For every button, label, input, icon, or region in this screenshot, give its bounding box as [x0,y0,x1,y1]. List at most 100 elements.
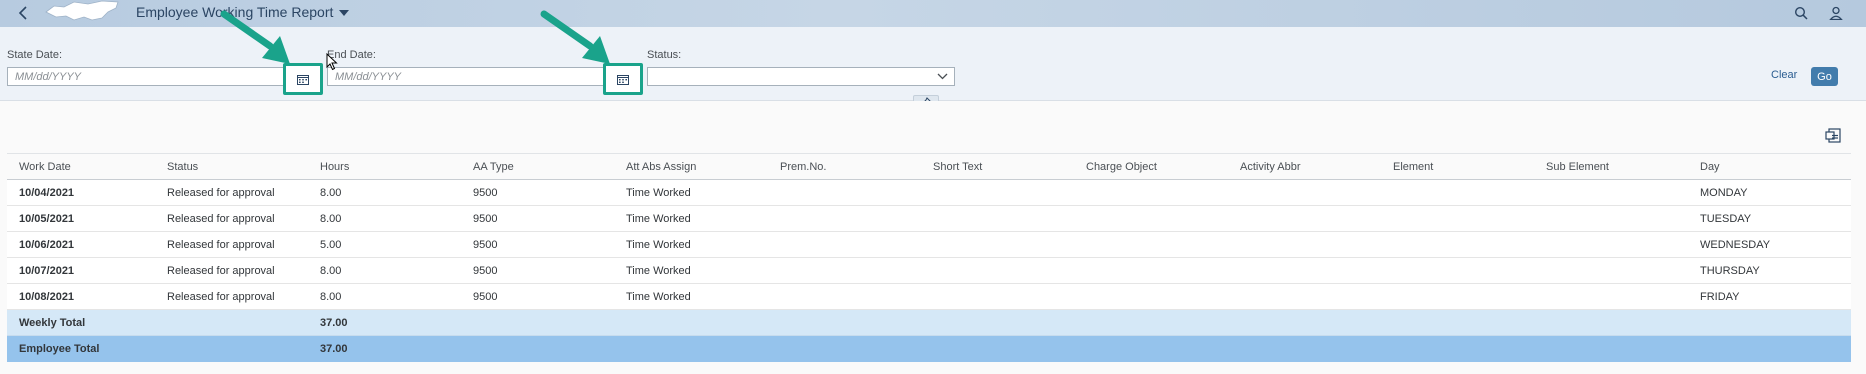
cell-work-date: 10/07/2021 [7,257,155,284]
shell-header: Employee Working Time Report [0,0,1866,27]
column-header[interactable]: Status [155,153,308,180]
empty-cell [1074,335,1228,362]
table-row[interactable]: 10/05/2021 Released for approval 8.00 95… [7,205,1851,232]
cell-element [1381,179,1534,206]
cell-day: WEDNESDAY [1688,231,1851,258]
cell-sub-element [1534,257,1688,284]
back-icon [18,6,27,20]
empty-cell [1381,335,1534,362]
cell-prem-no [768,283,921,310]
weekly-total-row: Weekly Total 37.00 [7,309,1851,336]
cell-sub-element [1534,205,1688,232]
cell-charge-object [1074,257,1228,284]
end-date-label: End Date: [327,49,376,61]
empty-cell [1688,335,1851,362]
empty-cell [155,309,308,336]
empty-cell [614,335,768,362]
empty-cell [461,309,614,336]
end-date-placeholder: MM/dd/YYYY [335,71,402,83]
cell-hours: 8.00 [308,257,461,284]
cell-element [1381,257,1534,284]
cell-short-text [921,283,1074,310]
table-row[interactable]: 10/07/2021 Released for approval 8.00 95… [7,257,1851,284]
start-date-placeholder: MM/dd/YYYY [15,71,82,83]
table-row[interactable]: 10/08/2021 Released for approval 8.00 95… [7,283,1851,310]
column-header[interactable]: Prem.No. [768,153,921,180]
empty-cell [1688,309,1851,336]
app-title-menu[interactable]: Employee Working Time Report [136,4,350,20]
empty-cell [1534,309,1688,336]
column-header[interactable]: Att Abs Assign [614,153,768,180]
cell-charge-object [1074,283,1228,310]
back-button[interactable] [14,4,32,22]
column-header[interactable]: Hours [308,153,461,180]
empty-cell [921,335,1074,362]
employee-total-row: Employee Total 37.00 [7,335,1851,362]
cell-status: Released for approval [155,179,308,206]
empty-cell [768,309,921,336]
cell-aa-type: 9500 [461,231,614,258]
column-header[interactable]: Sub Element [1534,153,1688,180]
cell-att-abs-assign: Time Worked [614,257,768,284]
column-header[interactable]: AA Type [461,153,614,180]
chevron-down-icon [937,73,948,80]
cell-element [1381,205,1534,232]
column-header[interactable]: Short Text [921,153,1074,180]
cell-aa-type: 9500 [461,179,614,206]
end-date-calendar-button[interactable] [603,63,643,95]
cell-aa-type: 9500 [461,283,614,310]
cell-charge-object [1074,231,1228,258]
empty-cell [1381,309,1534,336]
search-icon [1794,6,1808,20]
status-select[interactable] [647,67,955,86]
column-header[interactable]: Activity Abbr [1228,153,1381,180]
state-logo-icon [45,0,119,21]
cell-activity-abbr [1228,231,1381,258]
start-date-input[interactable]: MM/dd/YYYY [7,67,317,86]
employee-total-hours: 37.00 [308,335,461,362]
cell-charge-object [1074,205,1228,232]
user-button[interactable] [1826,3,1846,23]
cell-short-text [921,205,1074,232]
column-header[interactable]: Element [1381,153,1534,180]
export-icon[interactable] [1825,126,1843,144]
cell-activity-abbr [1228,257,1381,284]
weekly-total-hours: 37.00 [308,309,461,336]
report-content: Work Date Status Hours AA Type Att Abs A… [0,101,1866,374]
cell-sub-element [1534,231,1688,258]
cell-short-text [921,257,1074,284]
table-row[interactable]: 10/06/2021 Released for approval 5.00 95… [7,231,1851,258]
cell-charge-object [1074,179,1228,206]
cell-att-abs-assign: Time Worked [614,283,768,310]
cell-aa-type: 9500 [461,205,614,232]
chevron-down-icon [339,10,350,16]
column-header[interactable]: Work Date [7,153,155,180]
cell-status: Released for approval [155,205,308,232]
app-title: Employee Working Time Report [136,4,334,20]
empty-cell [921,309,1074,336]
go-button[interactable]: Go [1811,67,1838,86]
start-date-calendar-button[interactable] [283,63,323,95]
empty-cell [768,335,921,362]
table-row[interactable]: 10/04/2021 Released for approval 8.00 95… [7,179,1851,206]
column-header[interactable]: Charge Object [1074,153,1228,180]
cell-activity-abbr [1228,179,1381,206]
cell-hours: 8.00 [308,205,461,232]
cell-element [1381,231,1534,258]
table-header-row: Work Date Status Hours AA Type Att Abs A… [7,153,1851,180]
cell-prem-no [768,179,921,206]
clear-button[interactable]: Clear [1771,69,1797,81]
cell-status: Released for approval [155,283,308,310]
cell-att-abs-assign: Time Worked [614,179,768,206]
cell-status: Released for approval [155,231,308,258]
empty-cell [155,335,308,362]
end-date-input[interactable]: MM/dd/YYYY [327,67,637,86]
weekly-total-label: Weekly Total [7,309,155,336]
user-icon [1829,6,1843,20]
calendar-icon [617,74,629,85]
cell-hours: 5.00 [308,231,461,258]
search-button[interactable] [1791,3,1811,23]
cell-work-date: 10/04/2021 [7,179,155,206]
column-header[interactable]: Day [1688,153,1851,180]
cell-prem-no [768,231,921,258]
